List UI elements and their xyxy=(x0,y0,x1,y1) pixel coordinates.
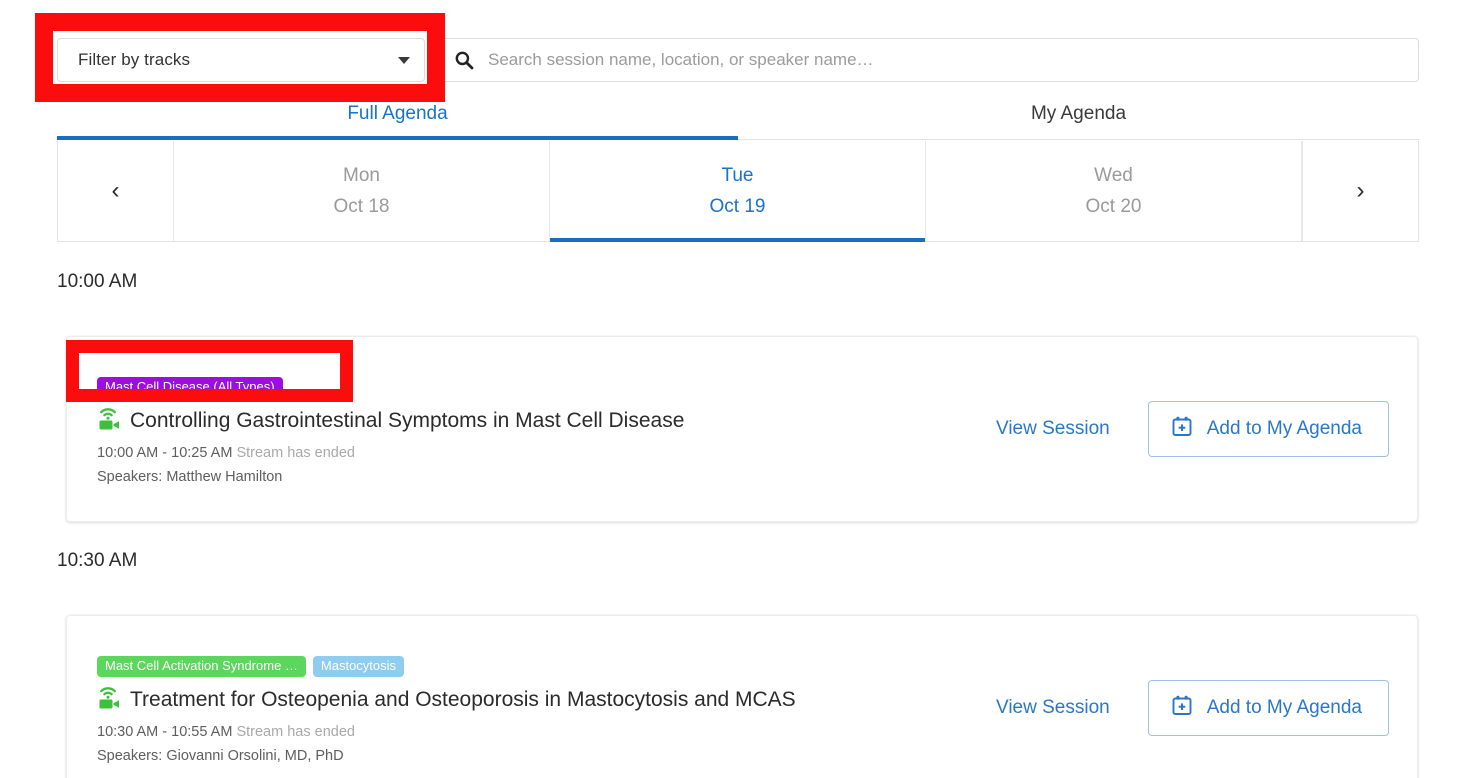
session-speakers: Speakers: Giovanni Orsolini, MD, PhD xyxy=(97,748,996,764)
time-heading: 10:30 AM xyxy=(57,550,137,572)
filter-by-tracks-label: Filter by tracks xyxy=(78,50,398,70)
session-title[interactable]: Treatment for Osteopenia and Osteoporosi… xyxy=(130,688,796,712)
day-weekday-label: Wed xyxy=(1094,165,1133,187)
session-time-meta: 10:00 AM - 10:25 AM Stream has ended xyxy=(97,445,996,461)
session-title[interactable]: Controlling Gastrointestinal Symptoms in… xyxy=(130,409,684,433)
add-to-my-agenda-label: Add to My Agenda xyxy=(1207,697,1362,719)
stream-status: Stream has ended xyxy=(236,724,355,740)
day-tab-mon-oct-18[interactable]: Mon Oct 18 xyxy=(174,141,550,241)
calendar-plus-icon xyxy=(1171,415,1193,443)
stream-status: Stream has ended xyxy=(236,445,355,461)
tab-full-agenda-label: Full Agenda xyxy=(347,103,447,125)
tab-my-agenda-label: My Agenda xyxy=(1031,103,1126,125)
chevron-left-icon: ‹ xyxy=(112,177,120,205)
day-tab-tue-oct-19[interactable]: Tue Oct 19 xyxy=(550,141,926,241)
day-weekday-label: Tue xyxy=(721,165,753,187)
live-broadcast-icon xyxy=(97,405,121,436)
session-card-body: Mast Cell Activation Syndrome … Mastocyt… xyxy=(97,652,996,765)
filter-by-tracks-dropdown[interactable]: Filter by tracks xyxy=(57,38,425,82)
day-date-label: Oct 19 xyxy=(710,196,766,218)
filter-search-row: Filter by tracks xyxy=(57,38,1419,82)
live-broadcast-icon xyxy=(97,684,121,715)
session-time-meta: 10:30 AM - 10:55 AM Stream has ended xyxy=(97,724,996,740)
agenda-page: Filter by tracks Full Agenda My Agenda ‹ xyxy=(0,0,1475,778)
search-box[interactable] xyxy=(437,38,1419,82)
session-time-range: 10:30 AM - 10:55 AM xyxy=(97,724,232,740)
search-input[interactable] xyxy=(486,49,1404,71)
agenda-tabs: Full Agenda My Agenda xyxy=(57,92,1419,140)
calendar-plus-icon xyxy=(1171,694,1193,722)
session-title-row: Treatment for Osteopenia and Osteoporosi… xyxy=(97,684,996,715)
track-badge[interactable]: Mast Cell Disease (All Types) xyxy=(97,377,283,399)
track-badges: Mast Cell Disease (All Types) xyxy=(97,377,996,399)
tab-full-agenda[interactable]: Full Agenda xyxy=(57,92,738,139)
day-tab-wed-oct-20[interactable]: Wed Oct 20 xyxy=(926,141,1302,241)
chevron-down-icon xyxy=(398,57,410,64)
time-heading: 10:00 AM xyxy=(57,271,137,293)
next-day-button[interactable]: › xyxy=(1302,141,1418,241)
view-session-link[interactable]: View Session xyxy=(996,697,1110,719)
session-card[interactable]: Mast Cell Activation Syndrome … Mastocyt… xyxy=(66,615,1418,778)
session-title-row: Controlling Gastrointestinal Symptoms in… xyxy=(97,405,996,436)
track-badge[interactable]: Mastocytosis xyxy=(313,656,404,678)
day-date-label: Oct 20 xyxy=(1086,196,1142,218)
add-to-my-agenda-label: Add to My Agenda xyxy=(1207,418,1362,440)
tab-my-agenda[interactable]: My Agenda xyxy=(738,92,1419,139)
session-card[interactable]: Mast Cell Disease (All Types) Controllin… xyxy=(66,336,1418,522)
session-card-actions: View Session Add to My Agenda xyxy=(996,680,1389,736)
day-weekday-label: Mon xyxy=(343,165,380,187)
session-speakers: Speakers: Matthew Hamilton xyxy=(97,469,996,485)
day-date-label: Oct 18 xyxy=(334,196,390,218)
add-to-my-agenda-button[interactable]: Add to My Agenda xyxy=(1148,680,1389,736)
session-card-actions: View Session Add to My Agenda xyxy=(996,401,1389,457)
chevron-right-icon: › xyxy=(1357,177,1365,205)
search-icon xyxy=(454,50,474,70)
session-time-range: 10:00 AM - 10:25 AM xyxy=(97,445,232,461)
day-selector: ‹ Mon Oct 18 Tue Oct 19 Wed Oct 20 › xyxy=(57,141,1419,242)
view-session-link[interactable]: View Session xyxy=(996,418,1110,440)
previous-day-button[interactable]: ‹ xyxy=(58,141,174,241)
track-badges: Mast Cell Activation Syndrome … Mastocyt… xyxy=(97,656,996,678)
session-card-body: Mast Cell Disease (All Types) Controllin… xyxy=(97,373,996,486)
track-badge[interactable]: Mast Cell Activation Syndrome … xyxy=(97,656,306,678)
add-to-my-agenda-button[interactable]: Add to My Agenda xyxy=(1148,401,1389,457)
